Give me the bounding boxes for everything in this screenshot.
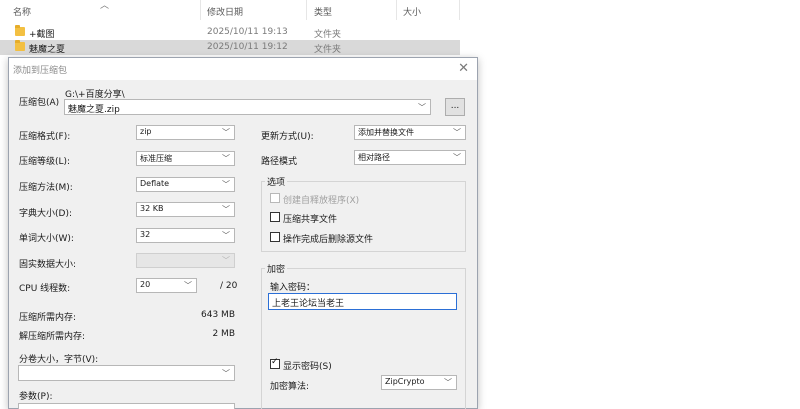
mem-compress-value: 643 MB (201, 310, 235, 320)
threads-value: 20 (140, 280, 151, 289)
delete-after-checkbox[interactable] (270, 232, 280, 242)
chevron-down-icon: ﹀ (222, 205, 230, 214)
format-select[interactable]: zip ﹀ (136, 125, 235, 140)
mem-decompress-label: 解压缩所需内存: (19, 332, 86, 342)
threads-select[interactable]: 20 ﹀ (136, 278, 197, 293)
encryption-algo-select[interactable]: ZipCrypto ﹀ (381, 375, 457, 390)
column-divider[interactable] (306, 0, 307, 20)
solid-select: ﹀ (136, 253, 235, 268)
method-label: 压缩方法(M): (19, 183, 73, 193)
encryption-algo-label: 加密算法: (270, 382, 310, 392)
word-select[interactable]: 32 ﹀ (136, 228, 235, 243)
chevron-down-icon: ﹀ (453, 153, 461, 162)
path-mode-value: 相对路径 (358, 153, 390, 162)
column-divider[interactable] (459, 0, 460, 20)
split-combo[interactable]: ﹀ (18, 365, 235, 381)
dict-select[interactable]: 32 KB ﹀ (136, 202, 235, 217)
level-label: 压缩等级(L): (19, 157, 71, 167)
column-header-name[interactable]: 名称 (13, 5, 31, 18)
path-mode-select[interactable]: 相对路径 ﹀ (354, 150, 466, 165)
level-value: 标准压缩 (140, 154, 172, 163)
file-list-header: 名称 ︿ 修改日期 类型 大小 (0, 0, 460, 20)
archive-name-combo[interactable]: 魅魔之夏.zip ﹀ (64, 99, 431, 115)
password-value: 上老王论坛当老王 (272, 299, 345, 309)
folder-icon (15, 25, 25, 36)
chevron-down-icon[interactable]: ﹀ (418, 102, 426, 113)
format-label: 压缩格式(F): (19, 132, 71, 142)
show-password-checkbox[interactable] (270, 357, 280, 369)
chevron-down-icon: ﹀ (444, 378, 452, 387)
options-group-title: 选项 (265, 175, 288, 188)
split-label: 分卷大小，字节(V): (19, 355, 99, 365)
file-name: +截图 (29, 30, 55, 40)
close-icon[interactable]: ✕ (458, 61, 469, 76)
params-input[interactable] (18, 403, 235, 409)
format-value: zip (140, 127, 152, 136)
chevron-down-icon: ﹀ (453, 128, 461, 137)
column-header-size[interactable]: 大小 (403, 5, 421, 18)
add-to-archive-dialog: 添加到压缩包 ✕ 压缩包(A) G:\+百度分享\ 魅魔之夏.zip ﹀ ...… (8, 57, 478, 409)
file-modified: 2025/10/11 19:13 (207, 27, 288, 37)
column-divider[interactable] (200, 0, 201, 20)
word-label: 单词大小(W): (19, 234, 74, 244)
file-row[interactable]: +截图 2025/10/11 19:13 文件夹 (0, 25, 460, 40)
archive-name-value: 魅魔之夏.zip (68, 105, 120, 115)
chevron-down-icon: ﹀ (222, 180, 230, 189)
file-type: 文件夹 (314, 45, 342, 55)
update-select[interactable]: 添加并替换文件 ﹀ (354, 125, 466, 140)
dict-value: 32 KB (140, 204, 164, 213)
chevron-down-icon: ﹀ (222, 154, 230, 163)
column-header-modified[interactable]: 修改日期 (207, 5, 243, 18)
archive-label: 压缩包(A) (19, 98, 60, 108)
show-password-label[interactable]: 显示密码(S) (283, 359, 332, 372)
method-select[interactable]: Deflate ﹀ (136, 177, 235, 192)
chevron-down-icon[interactable]: ﹀ (222, 368, 230, 379)
chevron-down-icon: ﹀ (222, 128, 230, 137)
update-value: 添加并替换文件 (358, 128, 414, 137)
file-row-selected[interactable]: 魅魔之夏 2025/10/11 19:12 文件夹 (0, 40, 460, 55)
method-value: Deflate (140, 179, 170, 188)
threads-max: / 20 (220, 281, 238, 291)
dict-label: 字典大小(D): (19, 209, 72, 219)
dialog-titlebar[interactable]: 添加到压缩包 ✕ (9, 58, 477, 80)
password-input[interactable]: 上老王论坛当老王 (268, 293, 457, 310)
dialog-title: 添加到压缩包 (13, 66, 68, 76)
file-type: 文件夹 (314, 30, 342, 40)
shared-files-label[interactable]: 压缩共享文件 (283, 212, 337, 225)
level-select[interactable]: 标准压缩 ﹀ (136, 151, 235, 166)
sort-chevron-up-icon: ︿ (100, 1, 110, 11)
browse-button[interactable]: ... (445, 98, 465, 116)
chevron-down-icon: ﹀ (222, 231, 230, 240)
column-header-type[interactable]: 类型 (314, 5, 332, 18)
sfx-checkbox (270, 193, 280, 203)
delete-after-label[interactable]: 操作完成后删除源文件 (283, 232, 373, 245)
password-label: 输入密码： (270, 283, 316, 293)
file-name: 魅魔之夏 (29, 45, 66, 55)
sfx-label: 创建自释放程序(X) (283, 196, 360, 206)
chevron-down-icon: ﹀ (222, 256, 230, 265)
shared-files-checkbox[interactable] (270, 212, 280, 222)
column-divider[interactable] (396, 0, 397, 20)
threads-label: CPU 线程数: (19, 284, 71, 294)
word-value: 32 (140, 230, 151, 239)
folder-icon (15, 40, 25, 51)
path-mode-label: 路径模式 (261, 157, 298, 167)
solid-label: 固实数据大小: (19, 260, 77, 270)
mem-decompress-value: 2 MB (212, 329, 235, 339)
encryption-algo-value: ZipCrypto (385, 377, 425, 386)
params-label: 参数(P): (19, 392, 53, 402)
encryption-group-title: 加密 (265, 262, 288, 275)
mem-compress-label: 压缩所需内存: (19, 313, 77, 323)
update-label: 更新方式(U): (261, 132, 314, 142)
file-modified: 2025/10/11 19:12 (207, 42, 288, 52)
chevron-down-icon: ﹀ (184, 281, 192, 290)
